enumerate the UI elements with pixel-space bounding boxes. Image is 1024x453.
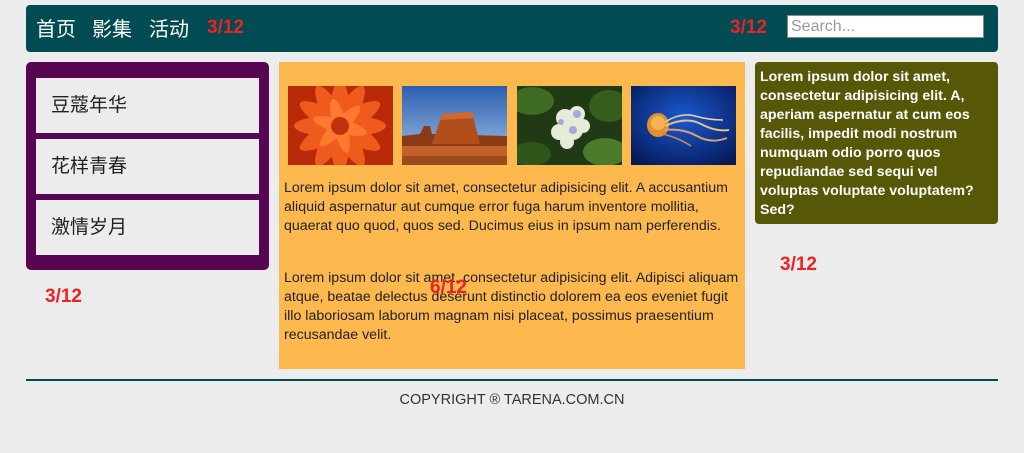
jellyfish-photo[interactable] — [631, 86, 736, 165]
footer-divider — [26, 379, 998, 381]
sidebar-item-passionate-years[interactable]: 激情岁月 — [36, 200, 259, 255]
aside-panel: Lorem ipsum dolor sit amet, consectetur … — [755, 62, 998, 224]
sidebar-item-blooming-youth[interactable]: 花样青春 — [36, 139, 259, 194]
sidebar-item-youth-years[interactable]: 豆蔻年华 — [36, 78, 259, 133]
chrysanthemum-photo[interactable] — [288, 86, 393, 165]
nav-item-gallery[interactable]: 影集 — [92, 17, 132, 41]
sidebar: 豆蔻年华 花样青春 激情岁月 — [26, 62, 269, 270]
nav-item-events[interactable]: 活动 — [149, 17, 189, 41]
grid-label-nav-left: 3/12 — [207, 17, 244, 38]
desert-butte-photo[interactable] — [402, 86, 507, 165]
grid-label-aside: 3/12 — [780, 254, 817, 275]
top-navbar: 首页 影集 活动 3/12 3/12 — [26, 5, 998, 52]
grid-label-main: 6/12 — [430, 277, 467, 298]
main-paragraph-2: Lorem ipsum dolor sit amet, consectetur … — [284, 270, 739, 343]
nav-item-home[interactable]: 首页 — [36, 17, 76, 41]
search-input[interactable] — [787, 15, 984, 38]
main-paragraph-1: Lorem ipsum dolor sit amet, consectetur … — [284, 180, 728, 234]
main-content: Lorem ipsum dolor sit amet, consectetur … — [279, 62, 745, 369]
grid-label-nav-right: 3/12 — [730, 17, 767, 38]
footer-copyright: COPYRIGHT ® TARENA.COM.CN — [399, 392, 625, 408]
hydrangea-photo[interactable] — [517, 86, 622, 165]
grid-label-sidebar: 3/12 — [45, 286, 82, 307]
